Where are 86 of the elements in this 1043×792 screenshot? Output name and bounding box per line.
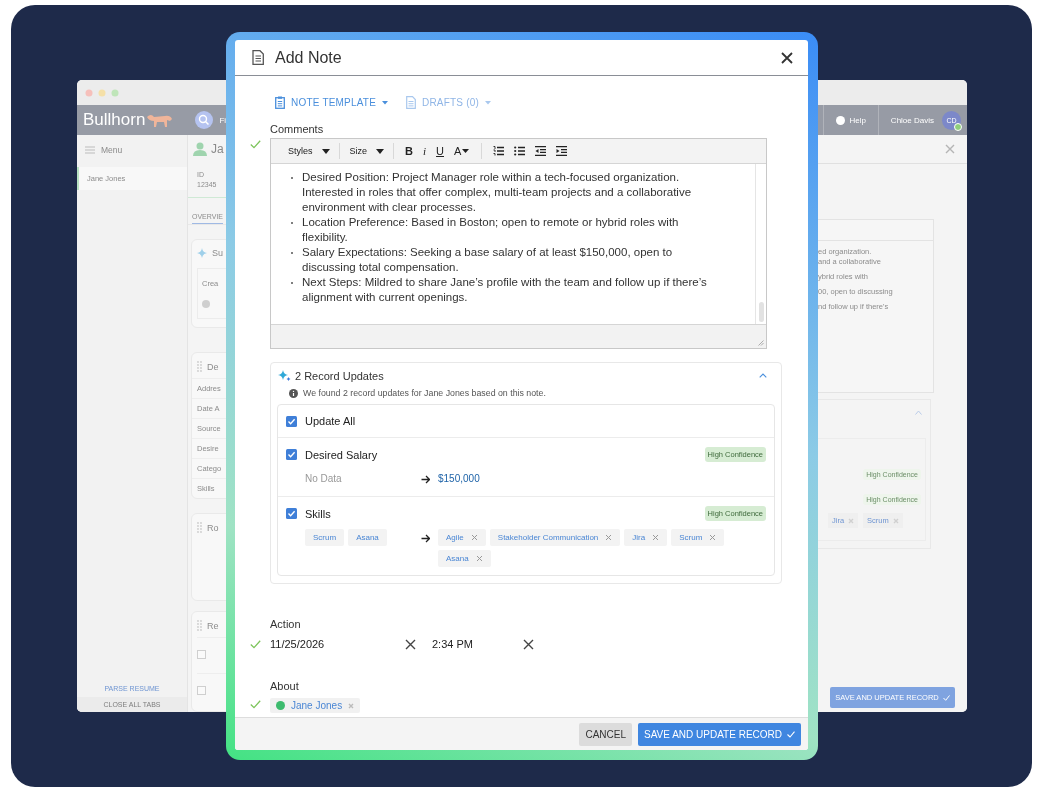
chip-label: Jane Jones (291, 700, 343, 711)
caret-icon (376, 148, 385, 154)
sparkle-icon (197, 248, 207, 258)
indent-icon (556, 146, 568, 156)
clear-icon[interactable] (405, 638, 416, 650)
text-color-button[interactable]: A (450, 143, 474, 159)
remove-icon[interactable] (892, 517, 899, 524)
remove-icon[interactable] (848, 517, 855, 524)
remove-icon[interactable] (475, 555, 483, 562)
styles-dropdown[interactable]: Styles (285, 144, 333, 158)
menu-label[interactable]: Menu (101, 145, 123, 155)
remove-icon[interactable] (652, 534, 660, 541)
field-label: Comments (270, 123, 325, 135)
logo-text: Bullhorn (83, 110, 146, 130)
card-title: Ro (207, 522, 219, 533)
drag-handle-icon[interactable] (197, 361, 202, 372)
resize-handle-icon[interactable] (758, 340, 764, 346)
checkbox[interactable] (286, 449, 297, 460)
search-icon[interactable] (195, 111, 214, 129)
underline-button[interactable]: U (432, 143, 448, 159)
numbered-list-icon (493, 146, 505, 156)
save-update-button[interactable]: SAVE AND UPDATE RECORD (638, 722, 801, 746)
record-name: Ja (211, 142, 224, 156)
search-text: Fi (219, 115, 227, 125)
card-title: Re (207, 620, 219, 631)
window-controls-icon (85, 88, 119, 97)
help-link[interactable]: Help (849, 115, 866, 125)
document-icon (406, 96, 417, 109)
drag-handle-icon[interactable] (197, 522, 202, 533)
remove-icon[interactable] (709, 534, 717, 541)
tag-label: Jira (632, 533, 646, 542)
arrow-icon (421, 475, 430, 484)
tag-label: Stakeholder Communication (497, 533, 599, 542)
arrow-icon (421, 534, 430, 543)
status-dot-icon (202, 300, 210, 308)
field-label: Action (270, 618, 302, 630)
tag-label: Scrum (679, 533, 703, 542)
record-chip[interactable]: Jane Jones (270, 698, 361, 713)
outdent-icon (535, 146, 547, 156)
caret-icon (462, 149, 470, 153)
document-icon (252, 50, 264, 65)
bullet-list-icon (514, 146, 526, 156)
checkbox-label: Update All (305, 415, 356, 427)
checkbox[interactable] (197, 686, 206, 695)
dialog-title: Add Note (275, 48, 342, 67)
skill-tag: Asana (348, 529, 387, 546)
remove-icon[interactable] (605, 534, 613, 541)
note-text: Desired Position: Project Manager role within a tech-focused organization. Interested in roles that offer complex, multi-team projects and a collaborative environment with clear processes. (302, 170, 693, 215)
drag-handle-icon[interactable] (197, 620, 202, 631)
remove-icon[interactable] (470, 534, 478, 541)
bold-button[interactable]: B (401, 143, 417, 159)
info-icon (289, 388, 298, 398)
check-icon (942, 694, 950, 701)
checkbox[interactable] (286, 508, 297, 519)
date-field[interactable]: 11/25/2026 (270, 638, 396, 650)
field-label: About (270, 680, 300, 692)
note-template-menu[interactable]: NOTE TEMPLATE (275, 96, 389, 109)
clipboard-icon (275, 96, 285, 109)
card-title: Su (212, 248, 223, 258)
cancel-button[interactable]: CANCEL (579, 722, 632, 746)
user-name: Chloe Davis (890, 115, 934, 125)
size-dropdown[interactable]: Size (346, 144, 388, 158)
note-text: Next Steps: Mildred to share Jane’s profile with the team and follow up if there’s alignment with current openings. (302, 275, 708, 305)
note-text: Salary Expectations: Seeking a base salary of at least $150,000, open to discussing total compensation. (302, 245, 674, 275)
tag-label: Asana (446, 554, 469, 563)
remove-icon[interactable] (348, 702, 355, 709)
menu-icon[interactable] (85, 146, 95, 154)
clear-icon[interactable] (523, 638, 534, 650)
checkbox[interactable] (197, 650, 206, 659)
italic-button[interactable]: i (419, 143, 431, 159)
checkbox-label: Desired Salary (305, 448, 378, 461)
sparkle-icon (278, 369, 291, 382)
caret-icon (321, 148, 330, 154)
card-title: De (207, 361, 219, 372)
check-icon (787, 730, 795, 738)
tag-label: Agile (446, 533, 464, 542)
chevron-icon[interactable] (759, 373, 767, 378)
note-text: Location Preference: Based in Boston; open to remote or hybrid roles with flexibility. (302, 215, 680, 245)
skill-tag: Scrum (305, 529, 345, 546)
scroll-thumb[interactable] (758, 302, 764, 322)
close-icon[interactable] (781, 51, 793, 64)
checkbox[interactable] (286, 415, 297, 427)
person-icon (193, 142, 207, 156)
checkbox-label: Skills (305, 507, 331, 520)
time-field[interactable]: 2:34 PM (432, 638, 514, 650)
chevron-icon[interactable] (915, 410, 922, 415)
